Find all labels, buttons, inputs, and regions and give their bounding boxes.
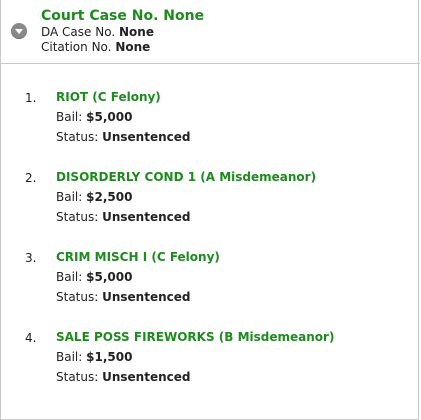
charge-name-link[interactable]: SALE POSS FIREWORKS (B Misdemeanor): [56, 330, 334, 344]
status-label: Status:: [56, 290, 99, 304]
charge-number: 3.: [25, 251, 37, 265]
charge-number: 1.: [25, 91, 37, 105]
bail-value: $1,500: [86, 350, 133, 364]
status-label: Status:: [56, 210, 99, 224]
charge-status: Status: Unsentenced: [56, 130, 190, 144]
bail-label: Bail:: [56, 190, 83, 204]
bail-value: $5,000: [86, 110, 133, 124]
charge-name-link[interactable]: DISORDERLY COND 1 (A Misdemeanor): [56, 170, 316, 184]
charge-item: 4. SALE POSS FIREWORKS (B Misdemeanor) B…: [1, 330, 420, 410]
charges-list: 1. RIOT (C Felony) Bail: $5,000 Status: …: [1, 90, 420, 410]
bail-label: Bail:: [56, 110, 83, 124]
charge-bail: Bail: $1,500: [56, 350, 132, 364]
bail-value: $2,500: [86, 190, 133, 204]
da-case-value: None: [118, 25, 154, 39]
collapse-toggle-button[interactable]: [11, 23, 27, 39]
court-case-card: Court Case No. None DA Case No. None Cit…: [0, 0, 420, 420]
status-value: Unsentenced: [102, 210, 191, 224]
charge-name-link[interactable]: CRIM MISCH I (C Felony): [56, 250, 220, 264]
charge-bail: Bail: $2,500: [56, 190, 132, 204]
status-value: Unsentenced: [102, 130, 191, 144]
status-label: Status:: [56, 130, 99, 144]
court-case-title: Court Case No. None: [41, 8, 205, 24]
status-value: Unsentenced: [102, 290, 191, 304]
charge-item: 3. CRIM MISCH I (C Felony) Bail: $5,000 …: [1, 250, 420, 330]
da-case-number: DA Case No. None: [41, 25, 154, 39]
charge-item: 1. RIOT (C Felony) Bail: $5,000 Status: …: [1, 90, 420, 170]
citation-label: Citation No.: [41, 40, 112, 54]
charge-status: Status: Unsentenced: [56, 290, 190, 304]
charge-name-link[interactable]: RIOT (C Felony): [56, 90, 161, 104]
charge-number: 2.: [25, 171, 37, 185]
citation-value: None: [115, 40, 151, 54]
charge-number: 4.: [25, 331, 37, 345]
chevron-down-icon: [15, 29, 23, 34]
charge-status: Status: Unsentenced: [56, 370, 190, 384]
charge-item: 2. DISORDERLY COND 1 (A Misdemeanor) Bai…: [1, 170, 420, 250]
charge-status: Status: Unsentenced: [56, 210, 190, 224]
charge-bail: Bail: $5,000: [56, 270, 132, 284]
bail-label: Bail:: [56, 270, 83, 284]
status-label: Status:: [56, 370, 99, 384]
bail-label: Bail:: [56, 350, 83, 364]
charge-bail: Bail: $5,000: [56, 110, 132, 124]
case-header: Court Case No. None DA Case No. None Cit…: [1, 0, 420, 64]
status-value: Unsentenced: [102, 370, 191, 384]
bail-value: $5,000: [86, 270, 133, 284]
da-case-label: DA Case No.: [41, 25, 116, 39]
citation-number: Citation No. None: [41, 40, 150, 54]
